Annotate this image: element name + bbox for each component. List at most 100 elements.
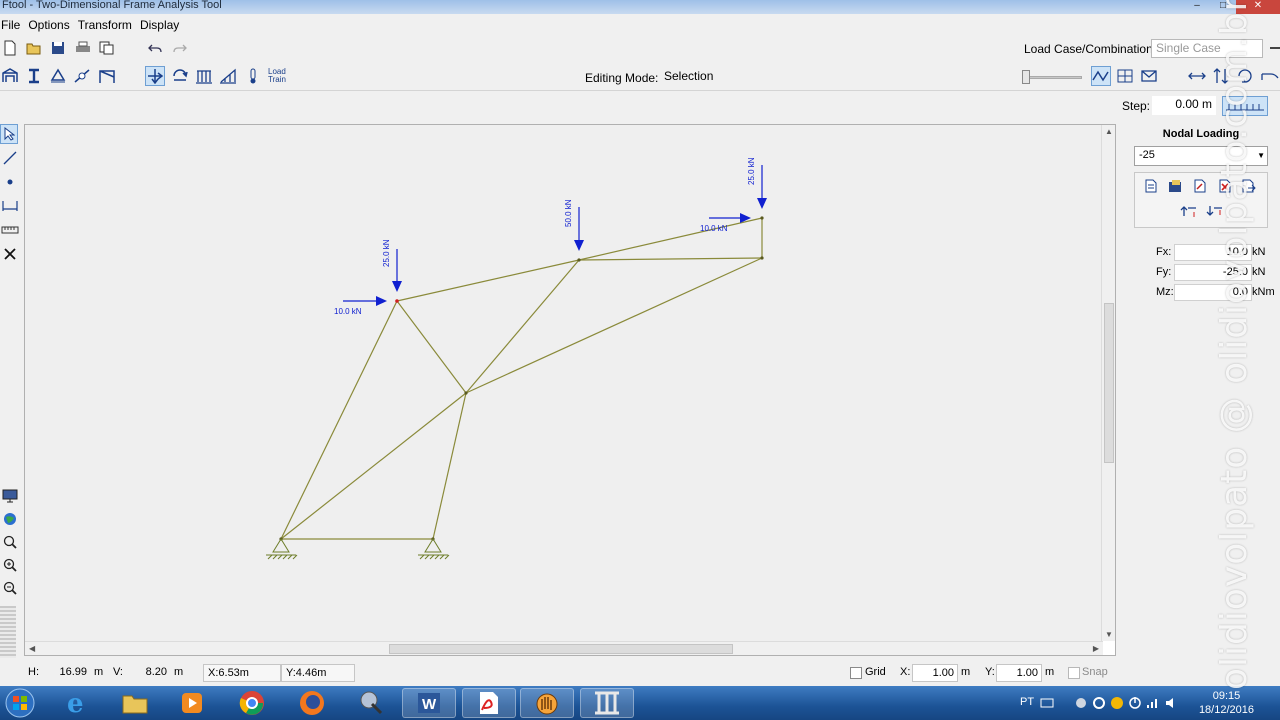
delete-load-icon[interactable] bbox=[1215, 176, 1235, 196]
horizontal-scrollbar[interactable]: ◀ ▶ bbox=[25, 641, 1103, 655]
minimize-button[interactable]: – bbox=[1184, 0, 1210, 14]
zoom-out-icon[interactable] bbox=[0, 578, 20, 598]
rename-load-icon[interactable] bbox=[1239, 176, 1259, 196]
section-icon[interactable] bbox=[24, 66, 44, 86]
copy-icon[interactable] bbox=[97, 38, 117, 58]
mz-input[interactable]: 0.0 bbox=[1174, 284, 1252, 301]
axial-force-icon[interactable] bbox=[1187, 66, 1207, 86]
bending-moment-icon[interactable] bbox=[1235, 66, 1255, 86]
drawing-canvas[interactable]: 25.0 kN 10.0 kN 50.0 kN 25.0 kN 10.0 kN bbox=[25, 125, 1103, 641]
member bbox=[465, 259, 580, 394]
word-icon[interactable]: W bbox=[402, 688, 456, 718]
hand-app-icon[interactable] bbox=[520, 688, 574, 718]
menu-display[interactable]: Display bbox=[140, 18, 187, 32]
keyboard-icon[interactable] bbox=[1040, 697, 1054, 709]
uniform-load-icon[interactable] bbox=[194, 66, 214, 86]
load-case-select[interactable]: Single Case bbox=[1151, 39, 1263, 58]
dimension-icon[interactable] bbox=[0, 196, 20, 216]
file-explorer-icon[interactable] bbox=[108, 688, 162, 718]
volume-tray-icon[interactable] bbox=[1164, 696, 1178, 710]
scroll-down-icon[interactable]: ▼ bbox=[1105, 630, 1113, 639]
apply-load-icon[interactable] bbox=[1165, 176, 1185, 196]
scroll-up-icon[interactable]: ▲ bbox=[1105, 127, 1113, 136]
grid-x-input[interactable]: 1.00 bbox=[912, 664, 958, 682]
edit-load-icon[interactable] bbox=[1190, 176, 1210, 196]
delete-icon[interactable] bbox=[0, 244, 20, 264]
close-button[interactable]: ✕ bbox=[1236, 0, 1280, 14]
step-ruler-icon[interactable] bbox=[1222, 96, 1268, 116]
chrome-icon[interactable] bbox=[225, 688, 279, 718]
snap-checkbox[interactable] bbox=[1068, 667, 1080, 679]
display-monitor-icon[interactable] bbox=[0, 486, 20, 506]
support-icon[interactable] bbox=[48, 66, 68, 86]
menu-transform[interactable]: Transform bbox=[78, 18, 140, 32]
step-bar: Step: 0.00 m bbox=[0, 94, 1280, 118]
firefox-icon[interactable] bbox=[285, 688, 339, 718]
power-tray-icon[interactable] bbox=[1128, 696, 1142, 710]
grid-display-icon[interactable] bbox=[1115, 66, 1135, 86]
system-clock[interactable]: 09:15 18/12/2016 bbox=[1199, 689, 1254, 717]
network-tray-icon[interactable] bbox=[1074, 696, 1088, 710]
nodal-load-select[interactable]: -25 ▼ bbox=[1134, 146, 1268, 166]
grid-y-input[interactable]: 1.00 bbox=[996, 664, 1042, 682]
minimize-toolbar-icon[interactable] bbox=[1266, 38, 1280, 58]
envelope-icon[interactable] bbox=[1139, 66, 1159, 86]
ruler-icon[interactable] bbox=[0, 220, 20, 240]
media-player-icon[interactable] bbox=[165, 688, 219, 718]
ftool-taskbar-icon[interactable] bbox=[580, 688, 634, 718]
frame-icon[interactable] bbox=[0, 66, 20, 86]
signal-tray-icon[interactable] bbox=[1146, 696, 1160, 710]
fy-input[interactable]: -25.0 bbox=[1174, 264, 1252, 281]
start-button[interactable] bbox=[0, 688, 40, 718]
pinned-support-left[interactable] bbox=[266, 538, 298, 560]
new-file-icon[interactable] bbox=[0, 38, 20, 58]
open-folder-icon[interactable] bbox=[24, 38, 44, 58]
internet-explorer-icon[interactable]: e bbox=[50, 688, 104, 718]
diagram-icon[interactable] bbox=[1091, 66, 1111, 86]
load-train-button[interactable]: Load Train bbox=[268, 68, 292, 84]
insert-node-icon[interactable] bbox=[0, 172, 20, 192]
linear-load-icon[interactable] bbox=[218, 66, 238, 86]
save-icon[interactable] bbox=[48, 38, 68, 58]
undo-icon[interactable] bbox=[145, 38, 165, 58]
nodal-load-icon[interactable] bbox=[145, 66, 165, 86]
horizontal-scroll-thumb[interactable] bbox=[389, 644, 733, 654]
vertical-scrollbar[interactable]: ▲ ▼ bbox=[1101, 125, 1115, 641]
update-tray-icon[interactable] bbox=[1110, 696, 1124, 710]
deformed-shape-icon[interactable] bbox=[1260, 66, 1280, 86]
connection-app-icon[interactable] bbox=[344, 688, 398, 718]
select-pointer-icon[interactable] bbox=[0, 124, 18, 144]
vertical-scroll-thumb[interactable] bbox=[1104, 303, 1114, 463]
moment-load-icon[interactable] bbox=[170, 66, 190, 86]
zoom-fit-icon[interactable] bbox=[0, 532, 20, 552]
scroll-right-icon[interactable]: ▶ bbox=[1093, 644, 1099, 653]
new-load-icon[interactable] bbox=[1141, 176, 1161, 196]
print-icon[interactable] bbox=[73, 38, 93, 58]
move-load-up-icon[interactable] bbox=[1179, 201, 1199, 221]
hinge-icon[interactable] bbox=[72, 66, 92, 86]
input-language[interactable]: PT bbox=[1020, 696, 1034, 708]
zoom-slider-track[interactable] bbox=[1022, 76, 1082, 79]
shear-force-icon[interactable] bbox=[1211, 66, 1231, 86]
thermal-load-icon[interactable] bbox=[243, 66, 263, 86]
portal-frame-icon[interactable] bbox=[97, 66, 117, 86]
fx-input[interactable]: 10.0 bbox=[1174, 244, 1252, 261]
move-load-down-icon[interactable] bbox=[1205, 201, 1225, 221]
globe-icon[interactable] bbox=[0, 509, 20, 529]
redo-icon[interactable] bbox=[170, 38, 190, 58]
gear-tray-icon[interactable] bbox=[1092, 696, 1106, 710]
draw-member-icon[interactable] bbox=[0, 148, 20, 168]
maximize-button[interactable]: □ bbox=[1210, 0, 1236, 14]
scroll-left-icon[interactable]: ◀ bbox=[29, 644, 35, 653]
zoom-in-icon[interactable] bbox=[0, 555, 20, 575]
menu-options[interactable]: Options bbox=[28, 18, 77, 32]
pinned-support-right[interactable] bbox=[418, 538, 450, 560]
load-actions-box bbox=[1134, 172, 1268, 228]
editing-mode-value: Selection bbox=[660, 68, 718, 87]
grid-checkbox[interactable] bbox=[850, 667, 862, 679]
zoom-slider-handle[interactable] bbox=[1022, 70, 1030, 84]
structure-model[interactable]: 25.0 kN 10.0 kN 50.0 kN 25.0 kN 10.0 kN bbox=[25, 125, 1103, 641]
step-input[interactable]: 0.00 m bbox=[1152, 96, 1216, 115]
pdf-reader-icon[interactable] bbox=[462, 688, 516, 718]
menu-file[interactable]: File bbox=[1, 18, 28, 32]
